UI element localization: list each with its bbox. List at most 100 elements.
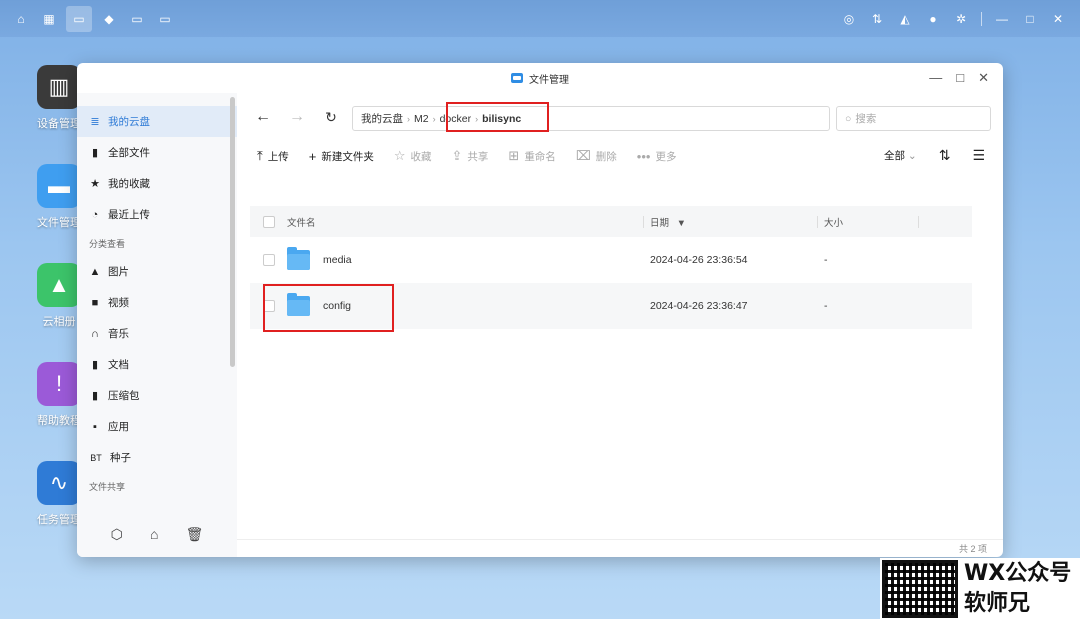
- folder-icon: [287, 247, 310, 270]
- breadcrumb-item[interactable]: M2: [414, 113, 429, 125]
- maximize-icon[interactable]: □: [956, 70, 964, 86]
- sidebar-item-label: 图片: [108, 266, 129, 278]
- filter-dropdown[interactable]: 全部 ⌄: [884, 148, 917, 163]
- globe-icon[interactable]: ◎: [841, 11, 857, 27]
- breadcrumb-item[interactable]: 我的云盘: [361, 111, 403, 126]
- select-all-checkbox[interactable]: [263, 215, 275, 228]
- qr-code-icon: [882, 559, 958, 618]
- watermark-line1: WX公众号: [964, 560, 1072, 586]
- column-header-date[interactable]: 日期 ▼: [644, 215, 817, 229]
- more-icon: •••: [636, 148, 651, 164]
- search-placeholder: 搜索: [855, 113, 877, 125]
- chart-icon: ∿: [37, 461, 81, 505]
- highlight-box: [446, 102, 549, 132]
- sidebar-item-archives[interactable]: ▮ 压缩包: [77, 380, 237, 411]
- more-button[interactable]: ••• 更多: [637, 149, 677, 164]
- sidebar-item-favorites[interactable]: ★ 我的收藏: [77, 168, 237, 199]
- bt-icon: BT: [90, 452, 102, 463]
- window-titlebar[interactable]: 文件管理 — □ ✕: [77, 63, 1003, 93]
- rename-label: 重命名: [524, 150, 556, 163]
- user-icon[interactable]: ●: [925, 11, 941, 27]
- photo-icon: ▲: [37, 263, 81, 307]
- minimize-icon[interactable]: —: [929, 70, 942, 86]
- clean-icon[interactable]: ⌂: [150, 526, 158, 543]
- rename-button[interactable]: ⊞ 重命名: [508, 148, 555, 164]
- sidebar-item-videos[interactable]: ■ 视频: [77, 287, 237, 318]
- row-checkbox[interactable]: [263, 254, 275, 266]
- settings-icon[interactable]: ⬡: [111, 526, 123, 543]
- sidebar-item-documents[interactable]: ▮ 文档: [77, 349, 237, 380]
- upload-button[interactable]: ⤒ 上传: [257, 148, 289, 164]
- column-header-name[interactable]: 文件名: [287, 215, 316, 229]
- window-task-icon[interactable]: ▭: [154, 8, 176, 30]
- file-name: media: [323, 254, 352, 266]
- sidebar-item-label: 种子: [110, 452, 131, 464]
- apps-icon: ▪: [93, 420, 97, 433]
- trash-icon[interactable]: 🗑: [186, 526, 204, 543]
- list-icon: ≣: [90, 116, 100, 128]
- sidebar-item-apps[interactable]: ▪ 应用: [77, 411, 237, 442]
- back-icon[interactable]: ←: [246, 108, 280, 126]
- sidebar-scrollbar[interactable]: [230, 97, 235, 367]
- share-button[interactable]: ⇪ 共享: [452, 148, 489, 164]
- sidebar-item-recent[interactable]: ◔ 最近上传: [77, 199, 237, 230]
- sidebar-item-all-files[interactable]: ▮ 全部文件: [77, 137, 237, 168]
- toolbar: ⤒ 上传 + 新建文件夹 ☆ 收藏 ⇪ 共享 ⊞ 重命名 ⌧ 删除 ••• 更多 全部 ⌄ ⇅…: [237, 141, 1003, 171]
- archive-icon: ▮: [91, 390, 99, 402]
- favorite-button[interactable]: ☆ 收藏: [394, 148, 432, 164]
- more-label: 更多: [655, 150, 677, 163]
- close-icon[interactable]: ✕: [978, 70, 989, 86]
- file-date: 2024-04-26 23:36:47: [650, 300, 748, 312]
- bell-icon[interactable]: ◭: [897, 11, 913, 27]
- sidebar-item-my-cloud[interactable]: ≣ 我的云盘: [77, 106, 237, 137]
- upload-label: 上传: [267, 150, 289, 163]
- file-icon: ▮: [91, 147, 99, 159]
- sidebar-item-images[interactable]: ▲ 图片: [77, 256, 237, 287]
- transfer-icon[interactable]: ⇅: [869, 11, 885, 27]
- highlight-box: [263, 284, 394, 332]
- table-header: 文件名 日期 ▼ 大小: [250, 206, 972, 237]
- device-manager-icon: ▥: [37, 65, 81, 109]
- star-icon: ★: [90, 178, 100, 190]
- filter-label: 全部: [883, 150, 905, 162]
- breadcrumb: 我的云盘 › M2 › docker › bilisync: [352, 106, 830, 131]
- sidebar-item-label: 我的云盘: [108, 116, 150, 128]
- image-icon: ▲: [89, 265, 101, 278]
- divider: [981, 11, 982, 26]
- watermark: WX公众号 软师兄: [880, 558, 1080, 619]
- forward-icon[interactable]: →: [280, 108, 314, 126]
- apps-grid-icon[interactable]: ▦: [38, 8, 60, 30]
- sidebar-item-torrents[interactable]: BT 种子: [77, 442, 237, 473]
- file-manager-task-icon[interactable]: ▭: [66, 5, 92, 32]
- main-panel: ← → ↻ 我的云盘 › M2 › docker › bilisync ○ 搜索…: [237, 93, 1003, 557]
- sidebar-item-label: 压缩包: [108, 390, 140, 402]
- folder-icon: ▬: [37, 164, 81, 208]
- chevron-right-icon: ›: [432, 113, 436, 124]
- file-size: -: [824, 300, 828, 312]
- docker-task-icon[interactable]: ◆: [98, 8, 120, 30]
- help-icon: !: [37, 362, 81, 406]
- search-input[interactable]: ○ 搜索: [836, 106, 991, 131]
- maximize-icon[interactable]: □: [1022, 11, 1038, 27]
- sort-desc-icon: ▼: [676, 217, 687, 229]
- new-folder-button[interactable]: + 新建文件夹: [309, 149, 374, 164]
- sort-icon[interactable]: ⇅: [939, 147, 951, 164]
- minimize-icon[interactable]: —: [994, 11, 1010, 27]
- star-outline-icon: ☆: [393, 148, 406, 163]
- refresh-icon[interactable]: ↻: [314, 109, 348, 126]
- column-header-size[interactable]: 大小: [818, 215, 918, 229]
- window-task-icon[interactable]: ▭: [126, 8, 148, 30]
- sidebar-item-label: 文档: [108, 359, 129, 371]
- home-icon[interactable]: ⌂: [10, 8, 32, 30]
- trash-icon: ⌧: [575, 148, 591, 163]
- chevron-down-icon: ⌄: [907, 150, 917, 162]
- video-icon: ■: [91, 296, 99, 309]
- settings-icon[interactable]: ✲: [953, 11, 969, 27]
- sidebar-item-music[interactable]: ∩ 音乐: [77, 318, 237, 349]
- list-view-icon[interactable]: ☰: [972, 147, 985, 164]
- table-row[interactable]: media 2024-04-26 23:36:54 -: [250, 237, 972, 283]
- delete-button[interactable]: ⌧ 删除: [576, 148, 617, 164]
- delete-label: 删除: [595, 150, 617, 163]
- sidebar-item-label: 音乐: [108, 328, 129, 340]
- close-icon[interactable]: ✕: [1050, 11, 1066, 27]
